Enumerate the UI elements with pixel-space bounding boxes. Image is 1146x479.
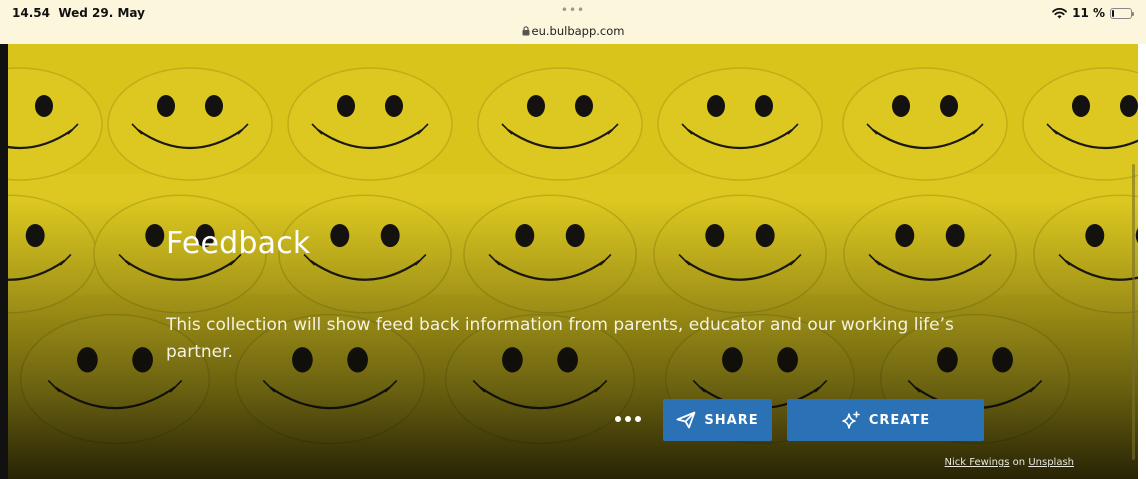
sparkle-icon xyxy=(842,411,860,429)
more-dots-icon xyxy=(615,416,621,422)
multitask-dots[interactable]: ••• xyxy=(0,3,1146,17)
status-right: 11 % xyxy=(1052,6,1134,20)
collection-title: Feedback xyxy=(166,226,311,261)
credit-on: on xyxy=(1012,457,1026,468)
more-dots-icon xyxy=(625,416,631,422)
right-edge xyxy=(1138,44,1146,479)
more-dots-icon xyxy=(635,416,641,422)
battery-fill xyxy=(1112,9,1114,17)
collection-hero: Feedback This collection will show feed … xyxy=(0,44,1146,479)
wifi-icon xyxy=(1052,7,1067,18)
photo-source-link[interactable]: Unsplash xyxy=(1028,457,1074,468)
photo-author-link[interactable]: Nick Fewings xyxy=(945,457,1010,468)
address-bar[interactable]: eu.bulbapp.com xyxy=(0,24,1146,38)
battery-percent: 11 % xyxy=(1072,6,1105,20)
status-bar: 14.54 Wed 29. May ••• eu.bulbapp.com 11 … xyxy=(0,0,1146,44)
scrollbar[interactable] xyxy=(1132,164,1135,460)
create-button[interactable]: CREATE xyxy=(787,399,984,441)
paper-plane-icon xyxy=(676,411,696,429)
photo-credit: Nick Fewings on Unsplash xyxy=(945,457,1074,468)
url-text: eu.bulbapp.com xyxy=(531,24,625,38)
share-button[interactable]: SHARE xyxy=(663,399,772,441)
lock-icon xyxy=(522,26,530,36)
collection-description: This collection will show feed back info… xyxy=(166,315,954,362)
share-label: SHARE xyxy=(704,412,759,428)
battery-icon xyxy=(1110,7,1134,19)
more-options-button[interactable] xyxy=(609,408,647,430)
left-edge xyxy=(0,44,8,479)
create-label: CREATE xyxy=(868,412,931,428)
